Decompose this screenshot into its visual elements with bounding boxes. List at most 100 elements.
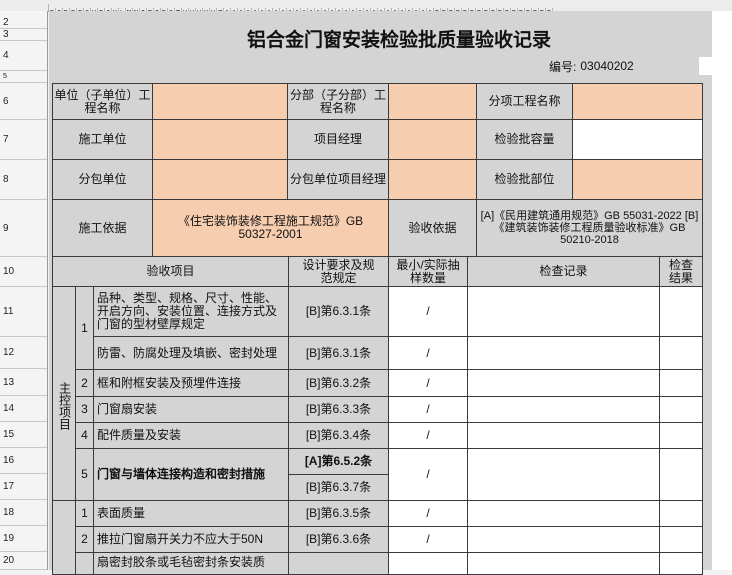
- item4-result[interactable]: [659, 422, 703, 449]
- row-header-4[interactable]: 4: [0, 41, 47, 71]
- acceptance-label: 验收依据: [388, 199, 477, 257]
- item5-spec-a: [A]第6.5.2条: [288, 448, 389, 475]
- project-manager-label: 项目经理: [287, 119, 389, 160]
- row-header-6[interactable]: 6: [0, 83, 47, 120]
- code-label: 编号:: [549, 59, 577, 74]
- construction-unit-input[interactable]: [152, 119, 288, 160]
- row-header-19[interactable]: 19: [0, 526, 47, 552]
- page-title: 铝合金门窗安装检验批质量验收记录: [246, 29, 551, 51]
- item3-record[interactable]: [467, 396, 660, 423]
- header-record: 检查记录: [467, 256, 660, 287]
- row-header-15[interactable]: 15: [0, 422, 47, 448]
- header-sample: 最小/实际抽样数量: [388, 256, 468, 287]
- item1-record-a[interactable]: [467, 286, 660, 337]
- batch-location-input[interactable]: [572, 159, 703, 200]
- general-group-cell: [52, 500, 76, 575]
- batch-capacity-input[interactable]: [572, 119, 703, 160]
- unit-name-input[interactable]: [152, 83, 288, 120]
- header-design: 设计要求及规范规定: [288, 256, 389, 287]
- general3-number: [75, 552, 94, 575]
- main-group-cell: 主控项目: [52, 286, 76, 526]
- general3-record[interactable]: [467, 552, 660, 575]
- item2-text: 框和附框安装及预埋件连接: [93, 369, 289, 397]
- basis-value[interactable]: 《住宅装饰装修工程施工规范》GB 50327-2001: [152, 199, 389, 257]
- item5-result[interactable]: [659, 448, 703, 501]
- item2-result[interactable]: [659, 369, 703, 397]
- general2-spec: [B]第6.3.6条: [288, 526, 389, 553]
- general2-record[interactable]: [467, 526, 660, 553]
- general1-result[interactable]: [659, 500, 703, 527]
- row-header-13[interactable]: 13: [0, 369, 47, 396]
- row-header-bar: 2 3 4 5 6 7 8 9 10 11 12 13 14 15 16 17 …: [0, 11, 48, 570]
- item1-sample-a[interactable]: /: [388, 286, 468, 337]
- item1-result-b[interactable]: [659, 336, 703, 370]
- general1-spec: [B]第6.3.5条: [288, 500, 389, 527]
- general2-number: 2: [75, 526, 94, 553]
- item4-record[interactable]: [467, 422, 660, 449]
- item1-sample-b[interactable]: /: [388, 336, 468, 370]
- batch-capacity-label: 检验批容量: [476, 119, 573, 160]
- row-header-20[interactable]: 20: [0, 552, 47, 570]
- item3-result[interactable]: [659, 396, 703, 423]
- general2-result[interactable]: [659, 526, 703, 553]
- row-header-3[interactable]: 3: [0, 29, 47, 41]
- main-group-label: 主控项目: [57, 382, 72, 430]
- subcontract-unit-label: 分包单位: [52, 159, 153, 200]
- item5-spec-b: [B]第6.3.7条: [288, 474, 389, 501]
- row-header-10[interactable]: 10: [0, 257, 47, 287]
- item1-number: 1: [75, 286, 94, 370]
- general1-sample[interactable]: /: [388, 500, 468, 527]
- row-header-18[interactable]: 18: [0, 500, 47, 526]
- subitem-name-input[interactable]: [572, 83, 703, 120]
- subcontract-manager-input[interactable]: [388, 159, 477, 200]
- item1-record-b[interactable]: [467, 336, 660, 370]
- row-header-2[interactable]: 2: [0, 16, 47, 29]
- item4-text: 配件质量及安装: [93, 422, 289, 449]
- general1-record[interactable]: [467, 500, 660, 527]
- construction-unit-label: 施工单位: [52, 119, 153, 160]
- general3-result[interactable]: [659, 552, 703, 575]
- item2-sample[interactable]: /: [388, 369, 468, 397]
- item2-number: 2: [75, 369, 94, 397]
- item2-record[interactable]: [467, 369, 660, 397]
- item4-spec: [B]第6.3.4条: [288, 422, 389, 449]
- item1-text-a: 品种、类型、规格、尺寸、性能、开启方向、安装位置、连接方式及门窗的型材壁厚规定: [93, 286, 289, 337]
- row-header-14[interactable]: 14: [0, 396, 47, 422]
- item1-spec-b: [B]第6.3.1条: [288, 336, 389, 370]
- right-blank-area: [712, 11, 732, 570]
- general3-spec: [288, 552, 389, 575]
- row-header-7[interactable]: 7: [0, 120, 47, 160]
- acceptance-value[interactable]: [A]《民用建筑通用规范》GB 55031-2022 [B]《建筑装饰装修工程质…: [476, 199, 703, 257]
- row-header-9[interactable]: 9: [0, 200, 47, 257]
- item5-text: 门窗与墙体连接构造和密封措施: [93, 448, 289, 501]
- header-items: 验收项目: [52, 256, 289, 287]
- project-manager-input[interactable]: [388, 119, 477, 160]
- subcontract-unit-input[interactable]: [152, 159, 288, 200]
- row-header-8[interactable]: 8: [0, 160, 47, 200]
- item3-spec: [B]第6.3.3条: [288, 396, 389, 423]
- code-value[interactable]: 03040202: [580, 59, 633, 73]
- general3-text: 扇密封胶条或毛毡密封条安装质: [93, 552, 289, 575]
- item1-text-b: 防雷、防腐处理及填嵌、密封处理: [93, 336, 289, 370]
- item4-sample[interactable]: /: [388, 422, 468, 449]
- row-header-16[interactable]: 16: [0, 448, 47, 474]
- row-header-17[interactable]: 17: [0, 474, 47, 500]
- row-header-12[interactable]: 12: [0, 337, 47, 369]
- basis-label: 施工依据: [52, 199, 153, 257]
- item3-sample[interactable]: /: [388, 396, 468, 423]
- general3-sample[interactable]: [388, 552, 468, 575]
- item5-record[interactable]: [467, 448, 660, 501]
- batch-location-label: 检验批部位: [476, 159, 573, 200]
- item5-number: 5: [75, 448, 94, 501]
- sheet-area: 铝合金门窗安装检验批质量验收记录 编号: 03040202 单位（子单位）工程名…: [49, 11, 732, 575]
- subcontract-manager-label: 分包单位项目经理: [287, 159, 389, 200]
- item5-sample[interactable]: /: [388, 448, 468, 501]
- general2-sample[interactable]: /: [388, 526, 468, 553]
- item2-spec: [B]第6.3.2条: [288, 369, 389, 397]
- item1-result-a[interactable]: [659, 286, 703, 337]
- division-name-input[interactable]: [388, 83, 477, 120]
- row-header-5[interactable]: 5: [0, 71, 47, 83]
- row-header-11[interactable]: 11: [0, 287, 47, 337]
- code-label-row: 编号: 03040202: [549, 57, 699, 75]
- item3-number: 3: [75, 396, 94, 423]
